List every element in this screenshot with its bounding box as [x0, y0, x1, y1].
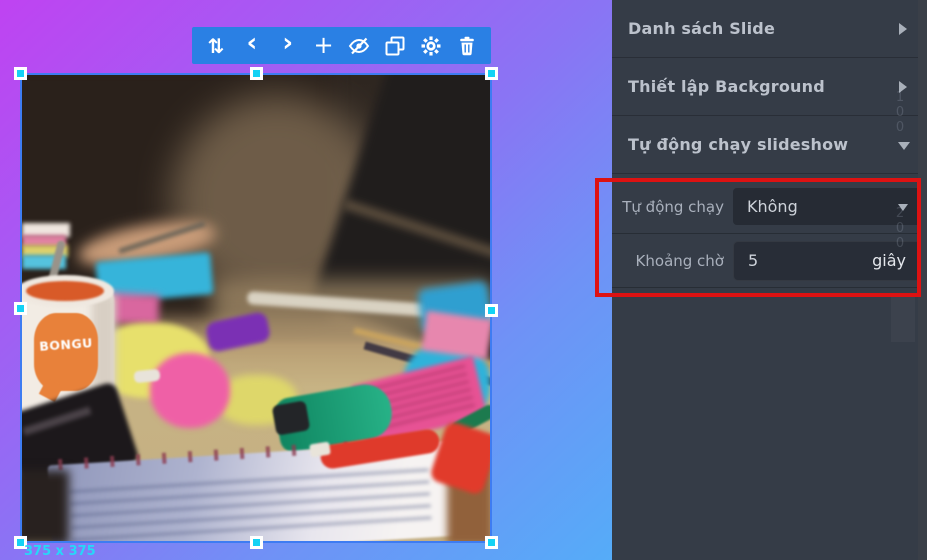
menu-item-background-setup[interactable]: Thiết lập Background [612, 58, 927, 116]
prev-glyph: ‹ [246, 30, 257, 56]
hide-eye-off-icon[interactable] [345, 32, 373, 60]
resize-handle-top-left[interactable] [14, 67, 27, 80]
move-vertical-glyph: ⇅ [208, 36, 225, 56]
next-icon[interactable]: › [274, 32, 302, 60]
add-glyph: + [313, 33, 333, 57]
autoplay-label: Tự động chạy [612, 198, 733, 216]
menu-item-slide-list[interactable]: Danh sách Slide [612, 0, 927, 58]
delay-setting-row: Khoảng chờ 5 giây [612, 234, 927, 288]
delay-unit-label: giây [872, 251, 906, 270]
panel-edge-strip [918, 0, 927, 560]
resize-handle-bottom-center[interactable] [250, 536, 263, 549]
photo-blob [272, 400, 311, 435]
mug-interior [26, 281, 104, 301]
chevron-down-icon [898, 142, 910, 150]
delay-input-value: 5 [748, 251, 758, 270]
ruler-label-100: 1 0 0 [889, 90, 911, 135]
photo-blob [22, 470, 69, 541]
menu-item-label: Danh sách Slide [628, 19, 775, 38]
resize-handle-top-right[interactable] [485, 67, 498, 80]
ruler-label-200: 2 0 0 [889, 206, 911, 251]
delay-label: Khoảng chờ [612, 252, 733, 270]
autoplay-setting-row: Tự động chạy Không [612, 180, 927, 234]
settings-panel: 1 0 0 2 0 0 Danh sách Slide Thiết lập Ba… [612, 0, 927, 560]
element-toolbar: ⇅ ‹ › + [192, 27, 491, 64]
menu-item-label: Tự động chạy slideshow [628, 135, 848, 154]
add-icon[interactable]: + [310, 32, 338, 60]
prev-icon[interactable]: ‹ [238, 32, 266, 60]
delete-trash-icon[interactable] [453, 32, 481, 60]
menu-item-autoplay-slideshow[interactable]: Tự động chạy slideshow [612, 116, 927, 174]
move-vertical-icon[interactable]: ⇅ [202, 32, 230, 60]
settings-gear-icon[interactable] [417, 32, 445, 60]
resize-handle-bottom-right[interactable] [485, 536, 498, 549]
autoplay-dropdown-value: Không [747, 197, 798, 216]
duplicate-icon[interactable] [381, 32, 409, 60]
selected-image-element[interactable]: BONGU [20, 73, 492, 543]
resize-handle-middle-right[interactable] [485, 304, 498, 317]
menu-item-label: Thiết lập Background [628, 77, 825, 96]
resize-handle-middle-left[interactable] [14, 302, 27, 315]
desk-photo: BONGU [22, 75, 490, 541]
crumpled-paper [150, 353, 230, 428]
next-glyph: › [282, 30, 293, 56]
panel-scrollbar-thumb[interactable] [891, 296, 915, 342]
editor-canvas[interactable]: ⇅ ‹ › + [0, 0, 612, 560]
slideshow-editor: ⇅ ‹ › + [0, 0, 927, 560]
resize-handle-top-center[interactable] [250, 67, 263, 80]
autoplay-settings-section: Tự động chạy Không Khoảng chờ 5 giây [612, 174, 927, 288]
chevron-right-icon [899, 23, 907, 35]
element-size-label: 375 x 375 [24, 544, 96, 559]
